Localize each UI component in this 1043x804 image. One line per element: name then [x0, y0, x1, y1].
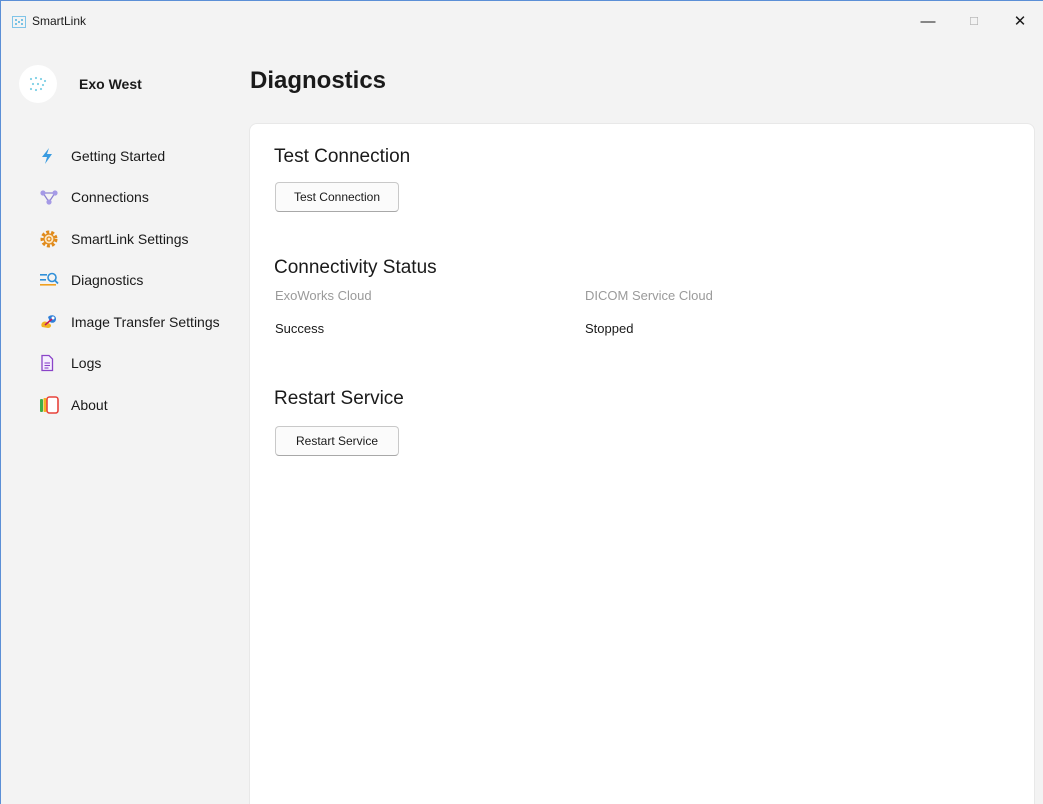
exoworks-cloud-status: Success — [275, 321, 325, 336]
sidebar-item-label: Diagnostics — [71, 272, 144, 289]
gear-icon — [39, 229, 63, 249]
image-transfer-icon — [39, 312, 63, 332]
dicom-service-cloud-label: DICOM Service Cloud — [585, 288, 713, 303]
smartlink-logo-icon — [12, 15, 26, 28]
sidebar-item-label: SmartLink Settings — [71, 230, 189, 247]
about-icon — [39, 395, 63, 415]
sidebar-nav: Getting Started Connections SmartLink Se… — [39, 135, 239, 426]
sidebar-item-label: Connections — [71, 189, 149, 206]
window-controls: — ☐ ✕ — [905, 1, 1043, 41]
page-title: Diagnostics — [250, 67, 387, 94]
profile-name: Exo West — [79, 76, 142, 92]
content-card: Test Connection Test Connection Connecti… — [249, 123, 1035, 804]
connectivity-status-heading: Connectivity Status — [274, 257, 437, 278]
dicom-service-cloud-status: Stopped — [585, 321, 634, 336]
minimize-button[interactable]: — — [905, 1, 951, 41]
avatar — [19, 65, 57, 103]
sidebar-item-about[interactable]: About — [39, 384, 239, 426]
sidebar-item-connections[interactable]: Connections — [39, 177, 239, 219]
sidebar-item-diagnostics[interactable]: Diagnostics — [39, 260, 239, 302]
restart-service-heading: Restart Service — [274, 388, 404, 409]
test-connection-button[interactable]: Test Connection — [275, 182, 399, 212]
close-button[interactable]: ✕ — [997, 1, 1043, 41]
sidebar-item-logs[interactable]: Logs — [39, 343, 239, 385]
title-bar: SmartLink — ☐ ✕ — [1, 1, 1043, 41]
sidebar-item-label: Image Transfer Settings — [71, 313, 220, 330]
restart-service-button[interactable]: Restart Service — [275, 426, 399, 456]
sidebar-item-label: About — [71, 396, 108, 413]
profile: Exo West — [19, 65, 142, 103]
lightning-icon — [39, 146, 63, 166]
sidebar-item-label: Logs — [71, 355, 102, 372]
app-window: SmartLink — ☐ ✕ Exo West Getting Started… — [0, 0, 1043, 804]
sidebar-item-label: Getting Started — [71, 147, 166, 164]
sidebar-item-getting-started[interactable]: Getting Started — [39, 135, 239, 177]
document-icon — [39, 353, 63, 373]
dots-logo-icon — [29, 76, 47, 92]
sidebar-item-smartlink-settings[interactable]: SmartLink Settings — [39, 218, 239, 260]
maximize-button[interactable]: ☐ — [951, 1, 997, 41]
exoworks-cloud-label: ExoWorks Cloud — [275, 288, 372, 303]
sidebar-item-image-transfer-settings[interactable]: Image Transfer Settings — [39, 301, 239, 343]
diagnostics-icon — [39, 270, 63, 290]
window-title: SmartLink — [32, 14, 87, 28]
network-icon — [39, 187, 63, 207]
test-connection-heading: Test Connection — [274, 146, 411, 167]
